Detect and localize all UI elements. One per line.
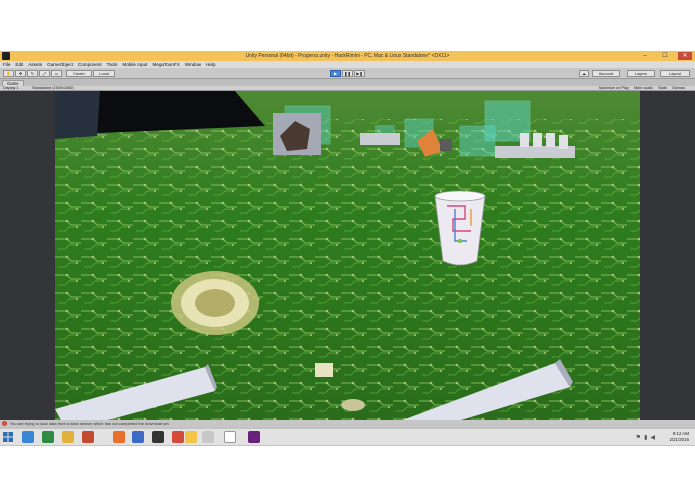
block-column [273, 113, 321, 155]
menu-bar: File Edit Assets GameObject Component To… [0, 61, 695, 68]
windows-start-icon[interactable] [3, 432, 13, 442]
ie-icon[interactable] [22, 431, 34, 443]
menu-assets[interactable]: Assets [28, 62, 42, 67]
blue-wall-edge [55, 91, 100, 139]
excel-icon[interactable] [42, 431, 54, 443]
window-title: Unity Personal (64bit) - Progress.unity … [245, 53, 450, 59]
menu-component[interactable]: Component [78, 62, 102, 67]
volume-icon[interactable]: ◀ [650, 434, 655, 441]
maximize-button[interactable]: ☐ [658, 52, 672, 60]
circuit-solder-pad [341, 399, 365, 411]
paper-cup-object [434, 190, 486, 266]
error-icon: ! [2, 421, 7, 426]
gray-cube [440, 139, 452, 151]
game-scene [55, 91, 640, 420]
minimize-button[interactable]: – [638, 52, 652, 60]
account-dropdown[interactable]: Account [592, 70, 620, 77]
word-icon[interactable] [132, 431, 144, 443]
play-icon[interactable]: ▶ [330, 70, 341, 77]
circuit-component [315, 363, 333, 377]
system-tray: ⚑ ▮ ◀ [636, 434, 655, 441]
white-block [360, 133, 400, 145]
network-icon[interactable]: ▮ [644, 434, 647, 441]
folder-icon[interactable] [62, 431, 74, 443]
cloud-icon[interactable]: ☁ [579, 70, 589, 77]
scale-tool-icon[interactable]: ⤢ [39, 70, 50, 77]
pivot-local-button[interactable]: Local [93, 70, 115, 77]
game-viewport[interactable] [55, 91, 640, 420]
firefox-icon[interactable] [113, 431, 125, 443]
pause-icon[interactable]: ❚❚ [342, 70, 353, 77]
windows-taskbar: ⚑ ▮ ◀ 9:12 AM 2/21/2016 [0, 428, 695, 445]
flag-icon[interactable]: ⚑ [636, 434, 641, 441]
menu-gameobject[interactable]: GameObject [47, 62, 73, 67]
status-bar: ! You are trying to load data from a www… [0, 420, 695, 427]
rotate-tool-icon[interactable]: ↻ [27, 70, 38, 77]
menu-window[interactable]: Window [185, 62, 201, 67]
move-tool-icon[interactable]: ✥ [15, 70, 26, 77]
visual-studio-icon[interactable] [248, 431, 260, 443]
circuit-chip-center [195, 289, 235, 317]
media-player-icon[interactable] [172, 431, 184, 443]
pivot-center-button[interactable]: Center [66, 70, 92, 77]
title-bar: Unity Personal (64bit) - Progress.unity … [0, 51, 695, 61]
menu-megatoonfx[interactable]: MegaToonFX [152, 62, 179, 67]
main-toolbar: ✋ ✥ ↻ ⤢ ▭ Center Local ▶ ❚❚ ▶❚ ☁ Account… [0, 68, 695, 79]
step-icon[interactable]: ▶❚ [354, 70, 365, 77]
unity-icon[interactable] [152, 431, 164, 443]
menu-edit[interactable]: Edit [15, 62, 23, 67]
layout-dropdown[interactable]: Layout [660, 70, 690, 77]
unity-editor-window: Unity Personal (64bit) - Progress.unity … [0, 51, 695, 446]
unity-logo-icon [2, 52, 10, 60]
menu-tools[interactable]: Tools [107, 62, 118, 67]
clock-date: 2/21/2016 [669, 437, 689, 442]
notepad-icon[interactable] [202, 431, 214, 443]
eye-app-icon[interactable] [224, 431, 236, 443]
game-tab-strip: Game [0, 79, 695, 86]
rect-tool-icon[interactable]: ▭ [51, 70, 62, 77]
clock[interactable]: 9:12 AM 2/21/2016 [669, 431, 689, 443]
layers-dropdown[interactable]: Layers [627, 70, 655, 77]
chrome-icon[interactable] [185, 431, 197, 443]
menu-help[interactable]: Help [206, 62, 215, 67]
close-button[interactable]: ✕ [678, 52, 692, 60]
menu-mobile-input[interactable]: Mobile Input [122, 62, 147, 67]
powerpoint-icon[interactable] [82, 431, 94, 443]
menu-file[interactable]: File [3, 62, 10, 67]
status-message[interactable]: You are trying to load data from a www s… [10, 421, 170, 426]
hand-tool-icon[interactable]: ✋ [3, 70, 14, 77]
